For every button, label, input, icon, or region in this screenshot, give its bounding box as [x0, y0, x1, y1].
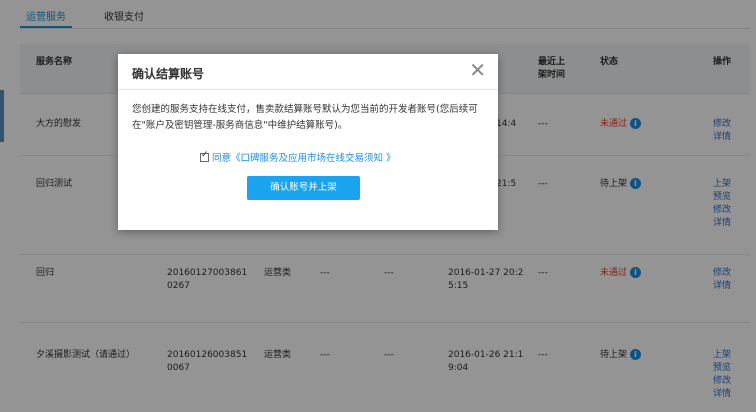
agreement-prefix: 同意	[212, 153, 232, 164]
confirm-and-list-button[interactable]: 确认账号并上架	[247, 176, 360, 200]
agreement-checkbox[interactable]	[200, 150, 209, 162]
dialog-title: 确认结算账号	[132, 67, 205, 81]
dialog-message: 您创建的服务支持在线支付，售卖款结算账号默认为您当前的开发者账号(您后续可在"账…	[132, 104, 478, 131]
agreement-link[interactable]: 《口碑服务及应用市场在线交易须知 》	[231, 150, 396, 164]
confirm-settlement-account-dialog: 确认结算账号 ✕ 您创建的服务支持在线支付，售卖款结算账号默认为您当前的开发者账…	[118, 54, 498, 230]
dialog-header: 确认结算账号 ✕	[118, 54, 498, 90]
close-icon[interactable]: ✕	[469, 60, 486, 80]
agreement-row: 同意 《口碑服务及应用市场在线交易须知 》	[200, 150, 396, 164]
